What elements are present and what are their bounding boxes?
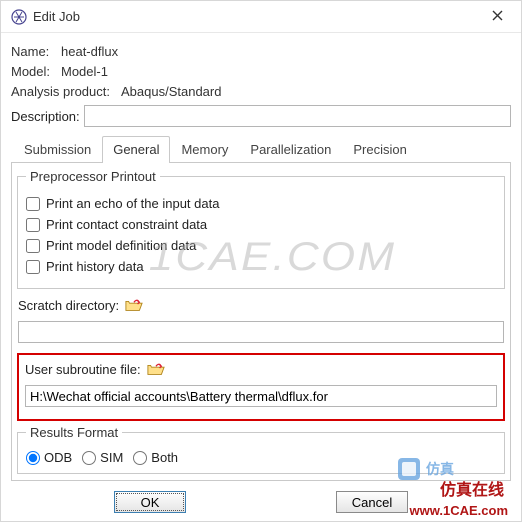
preprocessor-legend: Preprocessor Printout: [26, 169, 160, 184]
user-subroutine-group: User subroutine file:: [17, 353, 505, 421]
tab-memory[interactable]: Memory: [170, 136, 239, 163]
close-icon: [492, 10, 503, 21]
radio-odb-input[interactable]: [26, 451, 40, 465]
folder-open-icon: [125, 297, 143, 313]
user-subroutine-input[interactable]: [25, 385, 497, 407]
description-input[interactable]: [84, 105, 511, 127]
chk-history-label: Print history data: [46, 259, 144, 274]
description-label: Description:: [11, 109, 80, 124]
chk-modeldef-box[interactable]: [26, 239, 40, 253]
app-icon: [11, 9, 27, 25]
chk-contact[interactable]: Print contact constraint data: [26, 217, 496, 232]
name-value: heat-dflux: [61, 44, 118, 59]
results-radios: ODB SIM Both: [26, 450, 496, 465]
preprocessor-group: Preprocessor Printout Print an echo of t…: [17, 169, 505, 289]
radio-sim-label: SIM: [100, 450, 123, 465]
user-subroutine-row: User subroutine file:: [25, 361, 497, 377]
user-subroutine-browse-button[interactable]: [147, 361, 165, 377]
analysis-label: Analysis product:: [11, 84, 121, 99]
model-value: Model-1: [61, 64, 108, 79]
chk-history-box[interactable]: [26, 260, 40, 274]
chk-modeldef-label: Print model definition data: [46, 238, 196, 253]
radio-both-input[interactable]: [133, 451, 147, 465]
user-subroutine-label: User subroutine file:: [25, 362, 141, 377]
radio-odb-label: ODB: [44, 450, 72, 465]
ok-button[interactable]: OK: [114, 491, 186, 513]
results-format-group: Results Format ODB SIM Both: [17, 425, 505, 474]
chk-contact-label: Print contact constraint data: [46, 217, 207, 232]
chk-history[interactable]: Print history data: [26, 259, 496, 274]
dialog-body: Name: heat-dflux Model: Model-1 Analysis…: [1, 33, 521, 485]
tabstrip: Submission General Memory Parallelizatio…: [11, 135, 511, 163]
radio-sim-input[interactable]: [82, 451, 96, 465]
chk-contact-box[interactable]: [26, 218, 40, 232]
radio-both[interactable]: Both: [133, 450, 178, 465]
name-row: Name: heat-dflux: [11, 44, 511, 59]
chk-echo-label: Print an echo of the input data: [46, 196, 219, 211]
window-title: Edit Job: [33, 9, 483, 24]
scratch-input[interactable]: [18, 321, 504, 343]
tab-precision[interactable]: Precision: [342, 136, 417, 163]
titlebar: Edit Job: [1, 1, 521, 33]
chk-echo-box[interactable]: [26, 197, 40, 211]
scratch-browse-button[interactable]: [125, 297, 143, 313]
chk-echo[interactable]: Print an echo of the input data: [26, 196, 496, 211]
chk-modeldef[interactable]: Print model definition data: [26, 238, 496, 253]
tab-general[interactable]: General: [102, 136, 170, 163]
results-format-legend: Results Format: [26, 425, 122, 440]
button-bar: OK Cancel: [1, 485, 521, 521]
analysis-row: Analysis product: Abaqus/Standard: [11, 84, 511, 99]
cancel-button[interactable]: Cancel: [336, 491, 408, 513]
radio-sim[interactable]: SIM: [82, 450, 123, 465]
tab-submission[interactable]: Submission: [13, 136, 102, 163]
model-label: Model:: [11, 64, 61, 79]
model-row: Model: Model-1: [11, 64, 511, 79]
scratch-row: Scratch directory:: [18, 297, 504, 313]
scratch-label: Scratch directory:: [18, 298, 119, 313]
description-row: Description:: [11, 105, 511, 127]
edit-job-dialog: Edit Job Name: heat-dflux Model: Model-1…: [0, 0, 522, 522]
tab-parallelization[interactable]: Parallelization: [239, 136, 342, 163]
close-button[interactable]: [483, 9, 511, 24]
radio-odb[interactable]: ODB: [26, 450, 72, 465]
folder-open-icon: [147, 361, 165, 377]
radio-both-label: Both: [151, 450, 178, 465]
tab-panel-general: Preprocessor Printout Print an echo of t…: [11, 163, 511, 481]
analysis-value: Abaqus/Standard: [121, 84, 221, 99]
name-label: Name:: [11, 44, 61, 59]
